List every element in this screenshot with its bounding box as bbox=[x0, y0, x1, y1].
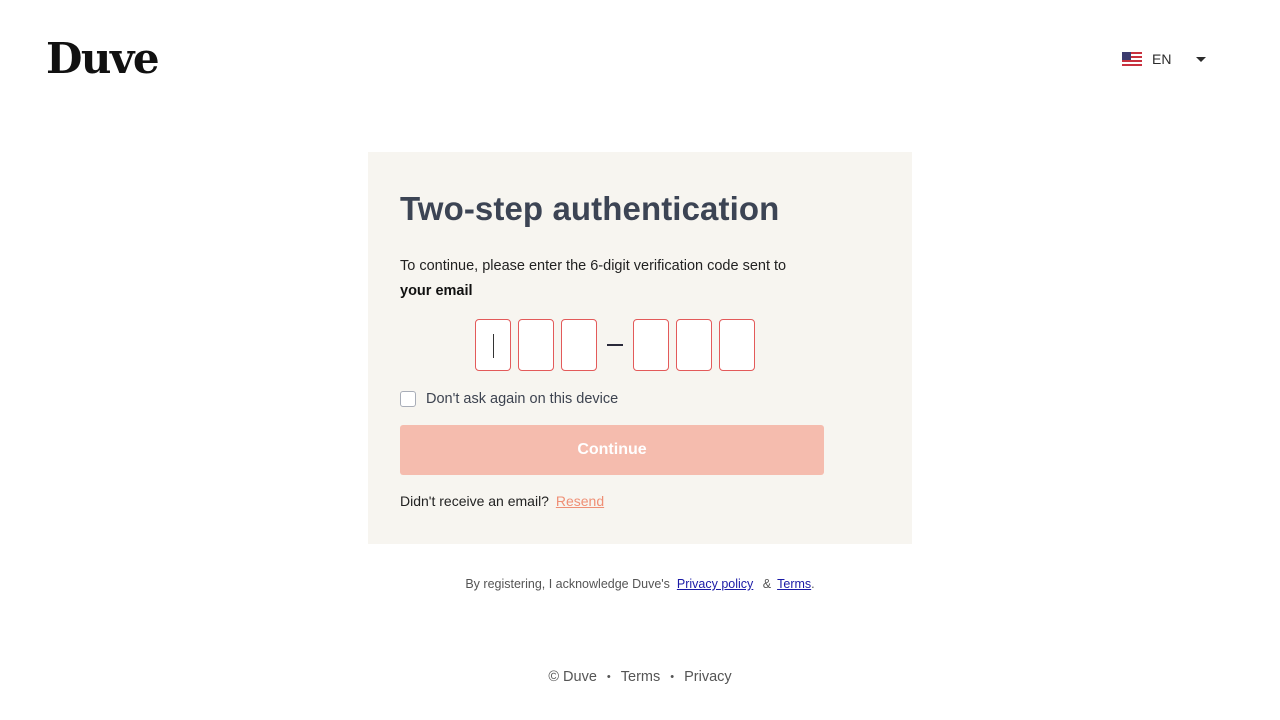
footer-separator-2: • bbox=[670, 671, 675, 683]
continue-button[interactable]: Continue bbox=[400, 425, 824, 475]
instructions-prefix: To continue, please enter the 6-digit ve… bbox=[400, 258, 787, 274]
footer-copyright: © Duve bbox=[548, 669, 597, 685]
privacy-policy-link[interactable]: Privacy policy bbox=[677, 577, 753, 591]
page-title: Two-step authentication bbox=[400, 190, 780, 227]
instructions-text: To continue, please enter the 6-digit ve… bbox=[400, 254, 820, 304]
verification-code-input bbox=[475, 319, 762, 371]
code-digit-2[interactable] bbox=[518, 319, 554, 371]
language-code: EN bbox=[1152, 51, 1172, 67]
code-digit-6[interactable] bbox=[719, 319, 755, 371]
duve-logo[interactable]: Duve bbox=[46, 34, 160, 83]
remember-device-option[interactable]: Don't ask again on this device bbox=[400, 389, 618, 409]
code-digit-3[interactable] bbox=[561, 319, 597, 371]
code-digit-1[interactable] bbox=[475, 319, 511, 371]
code-digit-4[interactable] bbox=[633, 319, 669, 371]
legal-amp: & bbox=[762, 577, 772, 591]
auth-card: Two-step authentication To continue, ple… bbox=[368, 152, 912, 544]
footer-separator-1: • bbox=[606, 671, 611, 683]
terms-link[interactable]: Terms bbox=[777, 577, 811, 591]
language-selector[interactable]: EN bbox=[1122, 48, 1206, 70]
code-digit-5[interactable] bbox=[676, 319, 712, 371]
instructions-bold: your email bbox=[400, 283, 473, 299]
footer: © Duve • Terms • Privacy bbox=[0, 669, 1280, 685]
us-flag-icon bbox=[1122, 52, 1142, 66]
legal-prefix: By registering, I acknowledge Duve's bbox=[465, 577, 670, 591]
resend-prompt: Didn't receive an email? bbox=[400, 493, 549, 509]
footer-terms-link[interactable]: Terms bbox=[621, 669, 660, 685]
remember-device-label: Don't ask again on this device bbox=[426, 391, 619, 407]
legal-suffix: . bbox=[811, 577, 815, 591]
legal-notice: By registering, I acknowledge Duve's Pri… bbox=[0, 577, 1280, 591]
caret-down-icon bbox=[1196, 56, 1206, 62]
footer-privacy-link[interactable]: Privacy bbox=[684, 669, 732, 685]
logo-text: Duve bbox=[46, 34, 160, 83]
resend-link[interactable]: Resend bbox=[556, 493, 604, 509]
resend-line: Didn't receive an email? Resend bbox=[400, 493, 604, 509]
code-separator bbox=[607, 344, 623, 346]
remember-device-checkbox[interactable] bbox=[400, 391, 416, 407]
